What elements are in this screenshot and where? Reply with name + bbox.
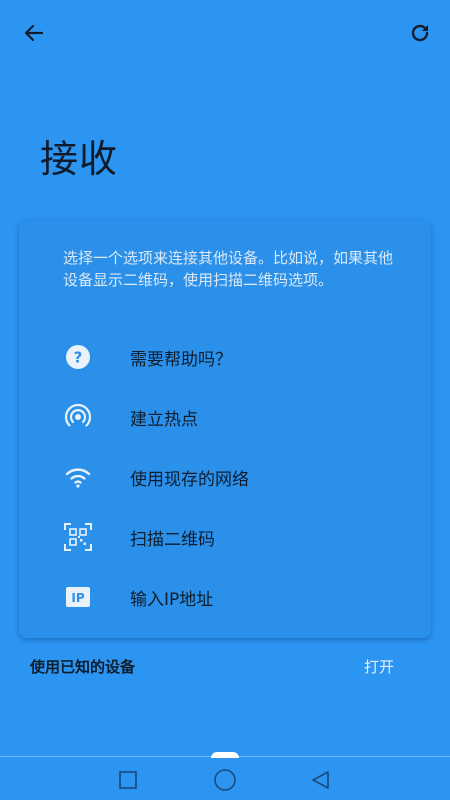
option-label: 使用现存的网络 [130,469,249,490]
recent-apps-button[interactable] [116,768,140,792]
qr-scan-icon [63,522,93,552]
top-app-bar [0,0,450,66]
option-label: 输入IP地址 [130,589,214,610]
ip-badge-text: IP [71,591,84,605]
option-help[interactable]: ? 需要帮助吗？ [19,327,431,387]
system-nav-bar [0,758,450,800]
card-description: 选择一个选项来连接其他设备。比如说，如果其他设备显示二维码，使用扫描二维码选项。 [63,249,394,289]
option-label: 需要帮助吗？ [130,349,232,370]
help-circle-icon: ? [63,342,93,372]
known-devices-label: 使用已知的设备 [30,658,136,676]
option-scan-qr[interactable]: 扫描二维码 [19,507,431,567]
system-back-button[interactable] [308,768,332,792]
refresh-button[interactable] [402,15,438,51]
refresh-icon [411,24,429,42]
known-devices-row: 使用已知的设备 打开 [0,648,450,684]
arrow-left-icon [24,24,44,42]
option-label: 扫描二维码 [130,529,215,550]
circle-icon [214,769,236,791]
svg-text:?: ? [74,349,83,367]
square-icon [119,771,137,789]
option-hotspot[interactable]: 建立热点 [19,387,431,447]
option-existing-network[interactable]: 使用现存的网络 [19,447,431,507]
wifi-icon [63,462,93,492]
open-known-devices-button[interactable]: 打开 [364,656,394,677]
back-button[interactable] [16,15,52,51]
ip-icon: IP [63,582,93,612]
hotspot-icon [63,402,93,432]
home-button[interactable] [213,768,237,792]
option-enter-ip[interactable]: IP 输入IP地址 [19,567,431,627]
option-label: 建立热点 [130,409,198,430]
triangle-back-icon [312,771,329,789]
connection-options-card: 选择一个选项来连接其他设备。比如说，如果其他设备显示二维码，使用扫描二维码选项。… [19,220,431,638]
page-title: 接收 [40,137,119,181]
